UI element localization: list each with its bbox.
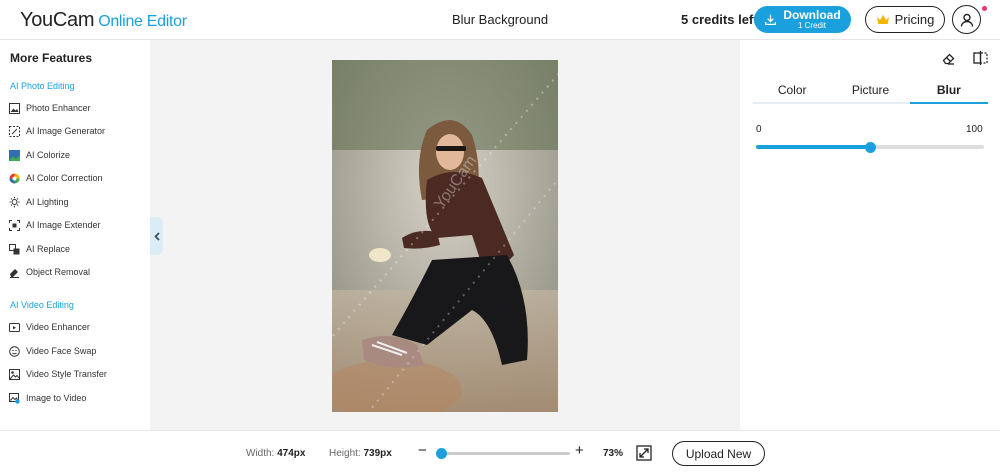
sidebar-title: More Features <box>10 51 93 65</box>
sidebar-item-video-face-swap[interactable]: Video Face Swap <box>9 343 96 359</box>
blur-slider-thumb[interactable] <box>864 141 876 153</box>
edited-photo[interactable]: YouCam <box>332 60 558 412</box>
upload-new-button[interactable]: Upload New <box>672 441 765 466</box>
logo[interactable]: YouCam Online Editor <box>20 9 187 32</box>
blur-min-label: 0 <box>756 124 762 135</box>
app: YouCam Online Editor Blur Background 5 cr… <box>0 0 1000 473</box>
sidebar-item-image-to-video[interactable]: Image to Video <box>9 390 86 406</box>
sidebar-item-ai-image-generator[interactable]: AI Image Generator <box>9 123 105 139</box>
zoom-slider-thumb[interactable] <box>435 448 447 459</box>
sidebar-item-label: Video Enhancer <box>26 322 90 332</box>
photo-preview: YouCam <box>332 60 558 412</box>
header: YouCam Online Editor Blur Background 5 cr… <box>0 0 1000 40</box>
height-value: 739px <box>363 448 392 459</box>
sidebar-item-ai-lighting[interactable]: AI Lighting <box>9 194 69 210</box>
color-wheel-icon <box>9 173 20 184</box>
image-icon <box>9 102 20 114</box>
pricing-label: Pricing <box>894 12 935 27</box>
sidebar-item-label: AI Color Correction <box>26 173 103 183</box>
sidebar-item-ai-replace[interactable]: AI Replace <box>9 241 70 257</box>
wand-icon <box>9 125 20 137</box>
sidebar-item-ai-image-extender[interactable]: AI Image Extender <box>9 217 101 233</box>
notification-dot <box>982 6 987 11</box>
sidebar-item-label: AI Image Generator <box>26 126 106 136</box>
image-video-icon <box>9 392 20 404</box>
sidebar-item-label: Video Face Swap <box>26 346 97 356</box>
collapse-sidebar-button[interactable] <box>150 217 163 255</box>
sidebar-item-label: AI Image Extender <box>26 220 101 230</box>
section-ai-video-editing: AI Video Editing <box>10 300 74 310</box>
tab-color[interactable]: Color <box>753 80 831 102</box>
extend-icon <box>9 219 20 231</box>
replace-icon <box>9 243 20 255</box>
colorize-icon <box>9 149 20 161</box>
logo-sub: Online Editor <box>98 13 187 30</box>
zoom-out-button[interactable]: − <box>418 442 427 459</box>
eraser-icon <box>9 267 20 278</box>
sidebar-item-label: Video Style Transfer <box>26 369 107 379</box>
expand-icon <box>636 445 652 461</box>
tab-picture[interactable]: Picture <box>831 80 909 102</box>
section-ai-photo-editing: AI Photo Editing <box>10 81 75 91</box>
sidebar-item-video-style-transfer[interactable]: Video Style Transfer <box>9 366 107 382</box>
sidebar: More Features AI Photo Editing Photo Enh… <box>0 40 150 430</box>
face-swap-icon <box>9 345 20 357</box>
crown-icon <box>876 15 889 24</box>
eraser-tool-button[interactable] <box>942 52 955 65</box>
blur-slider-fill <box>756 145 870 149</box>
pricing-button[interactable]: Pricing <box>865 6 945 33</box>
sidebar-item-ai-color-correction[interactable]: AI Color Correction <box>9 170 103 186</box>
credits-left: 5 credits left <box>681 12 758 27</box>
zoom-slider[interactable] <box>435 448 570 459</box>
sidebar-item-label: AI Replace <box>26 244 71 254</box>
tab-blur[interactable]: Blur <box>909 80 989 104</box>
download-label: Download <box>783 8 841 22</box>
sidebar-item-photo-enhancer[interactable]: Photo Enhancer <box>9 100 91 116</box>
width-value: 474px <box>277 448 306 459</box>
fit-screen-button[interactable] <box>636 445 652 461</box>
user-icon <box>960 13 973 27</box>
sidebar-item-video-enhancer[interactable]: Video Enhancer <box>9 319 90 335</box>
download-sub: 1 Credit <box>797 21 826 30</box>
video-enhance-icon <box>9 322 20 333</box>
image-height: Height: 739px <box>329 448 392 459</box>
sidebar-item-label: Object Removal <box>26 267 91 277</box>
chevron-left-icon <box>153 231 160 241</box>
zoom-value: 73% <box>603 448 624 459</box>
compare-button[interactable] <box>973 51 988 65</box>
user-avatar-button[interactable] <box>952 5 981 34</box>
sidebar-item-label: Image to Video <box>26 393 87 403</box>
height-label: Height: <box>329 448 361 459</box>
download-button[interactable]: Download 1 Credit <box>754 6 851 33</box>
background-tabs: Color Picture Blur <box>753 80 989 104</box>
sidebar-item-label: AI Colorize <box>26 150 71 160</box>
sidebar-item-object-removal[interactable]: Object Removal <box>9 264 90 280</box>
logo-brand: YouCam <box>20 9 95 31</box>
compare-icon <box>973 51 988 65</box>
blur-max-label: 100 <box>966 124 983 135</box>
style-transfer-icon <box>9 368 20 380</box>
sidebar-item-label: AI Lighting <box>26 197 69 207</box>
bulb-icon <box>9 196 20 208</box>
download-icon <box>765 14 777 26</box>
image-width: Width: 474px <box>246 448 305 459</box>
sidebar-item-label: Photo Enhancer <box>26 103 91 113</box>
sidebar-item-ai-colorize[interactable]: AI Colorize <box>9 147 70 163</box>
blur-slider[interactable] <box>756 141 984 153</box>
eraser-icon <box>942 53 955 65</box>
width-label: Width: <box>246 448 275 459</box>
zoom-in-button[interactable]: + <box>575 442 584 459</box>
footer-toolbar: Width: 474px Height: 739px − + 73% Uploa… <box>0 430 1000 473</box>
